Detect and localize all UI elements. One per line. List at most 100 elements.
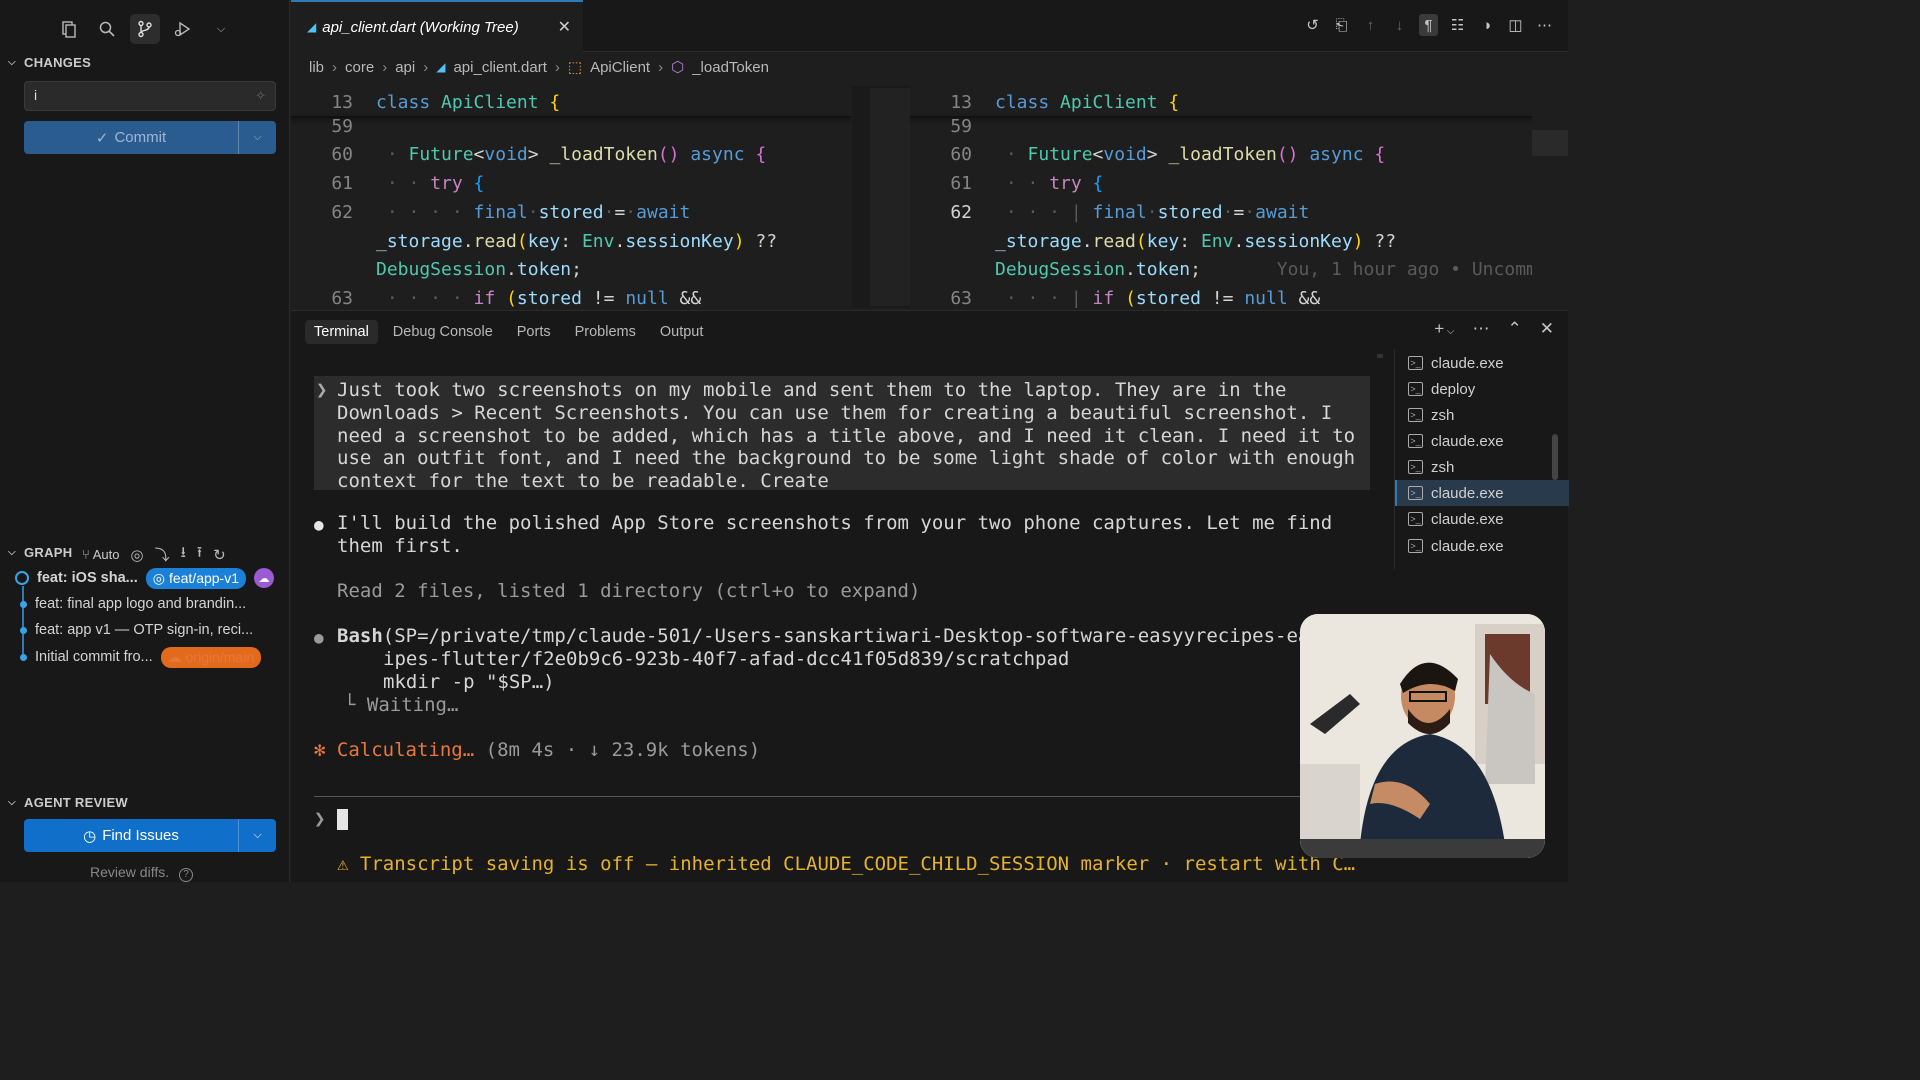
code-line-current[interactable]: 62 · · · | final·stored·=·await: [910, 198, 1309, 227]
warning-icon: ⚠: [337, 853, 349, 875]
graph-section-header[interactable]: ⌵ GRAPH: [8, 545, 72, 560]
commit-message-input[interactable]: i ✧: [24, 81, 276, 111]
explorer-icon[interactable]: [54, 14, 84, 44]
previous-change-icon[interactable]: ↑: [1361, 14, 1380, 36]
breadcrumb-item[interactable]: api_client.dart: [453, 59, 546, 76]
warning-line: ⚠ Transcript saving is off — inherited C…: [337, 853, 1355, 876]
terminal-list-scrollbar[interactable]: [1552, 434, 1558, 480]
code-line-wrap[interactable]: _storage.read(key: Env.sessionKey) ??: [910, 227, 1396, 256]
code-line[interactable]: 63 · · · · if (stored != null &&: [291, 284, 701, 308]
more-views-chevron-icon[interactable]: ⌵: [206, 14, 236, 44]
push-icon[interactable]: ⭱: [197, 542, 202, 567]
code-line[interactable]: 59: [291, 112, 353, 141]
chevron-right-icon: ›: [423, 58, 429, 76]
terminal-icon: >_: [1408, 356, 1423, 370]
terminal-list-item[interactable]: >_ claude.exe: [1395, 506, 1569, 532]
breadcrumb-item[interactable]: lib: [309, 59, 324, 76]
changes-section-header[interactable]: ⌵ CHANGES: [8, 55, 91, 70]
code-line[interactable]: 63 · · · | if (stored != null &&: [910, 284, 1320, 308]
terminal-name: claude.exe: [1431, 537, 1504, 555]
method-icon: ⬡: [671, 59, 685, 76]
diff-overview-bar: [870, 88, 910, 306]
more-actions-icon[interactable]: ⋯: [1473, 319, 1490, 339]
breadcrumb-item[interactable]: _loadToken: [692, 59, 769, 76]
terminal-list-item[interactable]: >_ deploy: [1395, 376, 1569, 402]
remote-branch-badge[interactable]: ☁ origin/main: [160, 646, 262, 668]
refresh-icon[interactable]: ↻: [213, 546, 226, 564]
tab-problems[interactable]: Problems: [566, 320, 645, 344]
find-issues-dropdown-chevron-icon[interactable]: ⌵: [238, 819, 276, 852]
read-summary[interactable]: Read 2 files, listed 1 directory (ctrl+o…: [337, 580, 920, 603]
tab-debug-console[interactable]: Debug Console: [384, 320, 502, 344]
minimap-slider[interactable]: [1532, 130, 1568, 156]
branch-badge[interactable]: ◎ feat/app-v1: [145, 567, 247, 589]
graph-toolbar: ⑂ Auto ◎ ⤵ ⭳ ⭱ ↻: [82, 542, 226, 567]
fetch-icon[interactable]: ⤵: [155, 544, 170, 565]
diff-right-pane[interactable]: 13 class ApiClient { 59 60 · Future<void>…: [910, 86, 1532, 308]
tab-terminal[interactable]: Terminal: [305, 320, 378, 344]
whitespace-toggle-icon[interactable]: ¶: [1419, 14, 1438, 36]
terminal-list-item[interactable]: >_ claude.exe: [1395, 428, 1569, 454]
graph-auto-toggle[interactable]: ⑂ Auto: [82, 547, 119, 562]
branch-icon: ⑂: [82, 547, 90, 562]
terminal-list-item-selected[interactable]: >_ claude.exe: [1395, 480, 1569, 506]
terminal-list-item[interactable]: >_ claude.exe: [1395, 350, 1569, 376]
terminal-output[interactable]: ❯ Just took two screenshots on my mobile…: [314, 372, 1394, 882]
diff-left-pane[interactable]: 13 class ApiClient { 59 60 · Future<void>…: [291, 86, 851, 308]
graph-commit-row[interactable]: feat: app v1 — OTP sign-in, reci...: [14, 618, 253, 642]
new-terminal-icon[interactable]: + ⌵: [1434, 319, 1454, 339]
compare-icon[interactable]: ◑: [1477, 14, 1496, 36]
terminal-list-item[interactable]: >_ zsh: [1395, 402, 1569, 428]
terminal-list-item[interactable]: >_ claude.exe: [1395, 533, 1569, 559]
next-change-icon[interactable]: ↓: [1390, 14, 1409, 36]
source-control-icon[interactable]: [130, 14, 160, 44]
target-icon[interactable]: ◎: [130, 546, 143, 564]
code-line[interactable]: 61 · · try {: [291, 169, 484, 198]
line-number: 61: [950, 173, 972, 194]
maximize-panel-icon[interactable]: ⌃: [1508, 319, 1522, 339]
commit-button-main[interactable]: ✓ Commit: [24, 121, 238, 154]
code-line[interactable]: 61 · · try {: [910, 169, 1103, 198]
input-prompt[interactable]: ❯: [314, 808, 348, 831]
code-line[interactable]: 60 · Future<void> _loadToken() async {: [910, 140, 1385, 169]
split-editor-icon[interactable]: ◫: [1506, 14, 1525, 36]
search-icon[interactable]: [92, 14, 122, 44]
graph-title: GRAPH: [24, 545, 73, 560]
code-line-wrap[interactable]: DebugSession.token;: [291, 255, 582, 284]
run-debug-icon[interactable]: [168, 14, 198, 44]
code-line-wrap[interactable]: DebugSession.token; You, 1 hour ago • Un…: [910, 255, 1532, 284]
commit-dropdown-chevron-icon[interactable]: ⌵: [238, 121, 276, 154]
generate-message-sparkle-icon[interactable]: ✧: [255, 88, 266, 104]
terminal-scrollbar[interactable]: [1377, 354, 1383, 358]
pull-icon[interactable]: ⭳: [181, 542, 186, 567]
more-actions-icon[interactable]: ⋯: [1535, 14, 1554, 36]
editor-tab[interactable]: ◢ api_client.dart (Working Tree) ✕: [291, 0, 583, 52]
find-issues-button[interactable]: ◷ Find Issues ⌵: [24, 819, 276, 852]
terminal-name: claude.exe: [1431, 432, 1504, 450]
graph-commit-row[interactable]: feat: iOS sha... ◎ feat/app-v1 ☁: [14, 566, 275, 590]
editor-toolbar: ↺ ⎗ ↑ ↓ ¶ ☷ ◑ ◫ ⋯: [1303, 14, 1554, 36]
map-icon[interactable]: ☷: [1448, 14, 1467, 36]
close-icon[interactable]: ✕: [558, 17, 571, 37]
graph-commit-row[interactable]: Initial commit fro... ☁ origin/main: [14, 645, 262, 669]
commit-button[interactable]: ✓ Commit ⌵: [24, 121, 276, 154]
graph-commit-row[interactable]: feat: final app logo and brandin...: [14, 592, 246, 616]
prompt-line: Downloads > Recent Screenshots. You can …: [337, 402, 1333, 424]
breadcrumb-item[interactable]: api: [395, 59, 415, 76]
breadcrumb-item[interactable]: ApiClient: [590, 59, 650, 76]
open-file-icon[interactable]: ⎗: [1332, 14, 1351, 36]
tab-output[interactable]: Output: [651, 320, 713, 344]
close-panel-icon[interactable]: ✕: [1540, 319, 1554, 339]
timeline-history-icon[interactable]: ↺: [1303, 14, 1322, 36]
find-issues-main[interactable]: ◷ Find Issues: [24, 819, 238, 852]
terminal-list-item[interactable]: >_ zsh: [1395, 454, 1569, 480]
dart-file-icon: ◢: [436, 60, 446, 74]
code-line[interactable]: 62 · · · · final·stored·=·await: [291, 198, 690, 227]
breadcrumb-item[interactable]: core: [345, 59, 374, 76]
tab-ports[interactable]: Ports: [508, 320, 560, 344]
code-line[interactable]: 59: [910, 112, 972, 141]
help-icon[interactable]: ?: [179, 868, 193, 882]
agent-review-section-header[interactable]: ⌵ AGENT REVIEW: [8, 795, 128, 810]
code-line-wrap[interactable]: _storage.read(key: Env.sessionKey) ??: [291, 227, 777, 256]
code-line[interactable]: 60 · Future<void> _loadToken() async {: [291, 140, 766, 169]
